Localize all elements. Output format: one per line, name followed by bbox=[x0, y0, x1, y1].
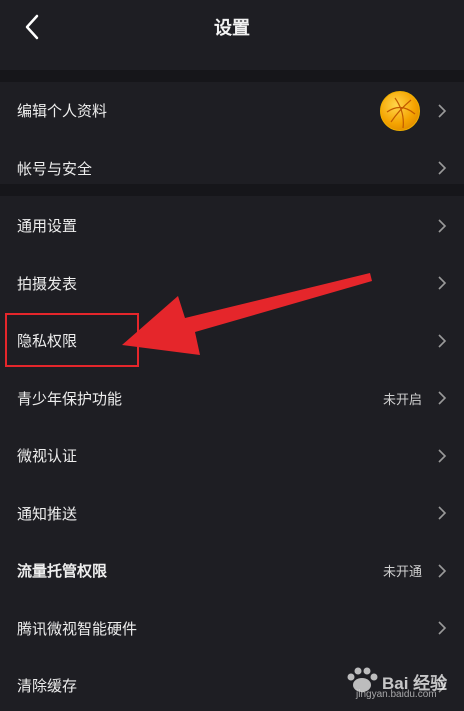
row-label: 微视认证 bbox=[17, 447, 78, 466]
header: 设置 bbox=[0, 0, 464, 70]
avatar bbox=[380, 90, 420, 131]
settings-row-verification[interactable]: 微视认证 bbox=[0, 427, 464, 485]
section-divider bbox=[0, 70, 464, 82]
chevron-right-icon bbox=[438, 621, 447, 635]
watermark-url: jingyan.baidu.com bbox=[356, 689, 437, 700]
row-label: 帐号与安全 bbox=[17, 159, 93, 178]
chevron-right-icon bbox=[438, 276, 447, 290]
chevron-right-icon bbox=[438, 391, 447, 405]
row-label: 流量托管权限 bbox=[17, 562, 108, 581]
row-label: 腾讯微视智能硬件 bbox=[17, 619, 138, 638]
settings-row-general[interactable]: 通用设置 bbox=[0, 197, 464, 255]
row-label: 通知推送 bbox=[17, 504, 78, 523]
general-group: 通用设置 拍摄发表 隐私权限 青少年保护功能 未开启 微视认证 通知推送 流量托… bbox=[0, 197, 464, 711]
chevron-right-icon bbox=[438, 506, 447, 520]
chevron-right-icon bbox=[438, 564, 447, 578]
chevron-right-icon bbox=[438, 161, 447, 175]
highlight-box bbox=[5, 313, 139, 367]
row-label: 青少年保护功能 bbox=[17, 389, 123, 408]
settings-row-notifications[interactable]: 通知推送 bbox=[0, 485, 464, 543]
status-text: 未开启 bbox=[382, 392, 422, 408]
row-label: 编辑个人资料 bbox=[17, 102, 108, 121]
row-label: 清除缓存 bbox=[17, 677, 78, 696]
settings-row-edit-profile[interactable]: 编辑个人资料 bbox=[0, 82, 464, 140]
account-group: 编辑个人资料 帐号与安全 bbox=[0, 82, 464, 197]
section-divider bbox=[0, 184, 464, 196]
settings-row-shooting-publish[interactable]: 拍摄发表 bbox=[0, 255, 464, 313]
settings-row-youth-protection[interactable]: 青少年保护功能 未开启 bbox=[0, 370, 464, 428]
chevron-right-icon bbox=[438, 334, 447, 348]
row-label: 拍摄发表 bbox=[17, 274, 78, 293]
chevron-right-icon bbox=[438, 104, 447, 118]
settings-row-smart-hardware[interactable]: 腾讯微视智能硬件 bbox=[0, 600, 464, 658]
chevron-right-icon bbox=[438, 219, 447, 233]
page-title: 设置 bbox=[214, 18, 250, 39]
settings-row-data-plan[interactable]: 流量托管权限 未开通 bbox=[0, 542, 464, 600]
chevron-right-icon bbox=[438, 449, 447, 463]
row-label: 通用设置 bbox=[17, 217, 78, 236]
status-text: 未开通 bbox=[382, 565, 422, 581]
watermark: Bai 经验 jingyan.baidu.com bbox=[338, 661, 458, 705]
